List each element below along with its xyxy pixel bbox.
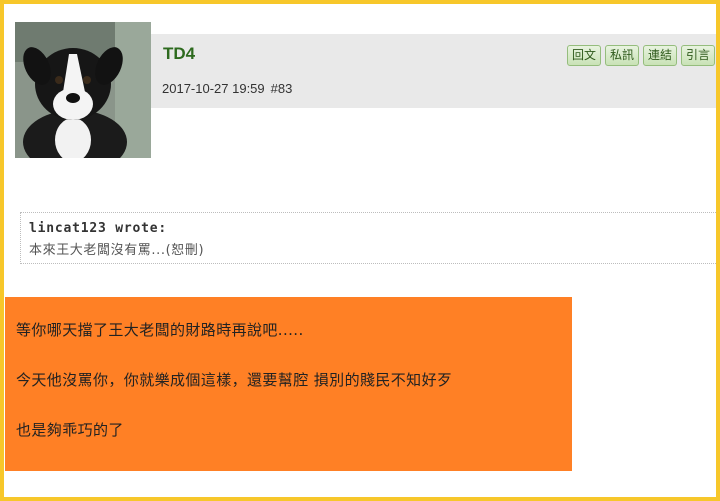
post-header: TD4 2017-10-27 19:59 #83 回文 私訊 連結 引言 — [151, 34, 720, 108]
reply-button[interactable]: 回文 — [567, 45, 602, 66]
quote-text: 本來王大老闆沒有罵...(恕刪) — [29, 243, 205, 258]
quote-button[interactable]: 引言 — [681, 45, 716, 66]
message-line-1: 等你哪天擋了王大老闆的財路時再說吧..... — [16, 321, 304, 339]
message-line-2: 今天他沒罵你，你就樂成個這樣，還要幫腔 損別的賤民不知好歹 — [16, 371, 453, 389]
puppy-avatar-icon — [15, 22, 151, 158]
message-line-3: 也是夠乖巧的了 — [16, 421, 124, 439]
post-number-link[interactable]: #83 — [271, 81, 293, 96]
link-button[interactable]: 連結 — [643, 45, 678, 66]
post-actions: 回文 私訊 連結 引言 — [567, 45, 716, 66]
private-message-button[interactable]: 私訊 — [605, 45, 640, 66]
post-date: 2017-10-27 19:59 — [162, 81, 265, 96]
quote-block: lincat123 wrote: 本來王大老闆沒有罵...(恕刪) — [20, 212, 720, 264]
post-meta: 2017-10-27 19:59 #83 — [162, 81, 298, 96]
username-link[interactable]: TD4 — [163, 44, 195, 64]
post-message: 等你哪天擋了王大老闆的財路時再說吧..... 今天他沒罵你，你就樂成個這樣，還要… — [5, 297, 572, 471]
user-avatar[interactable] — [15, 22, 151, 158]
quote-author: lincat123 wrote: — [29, 221, 168, 236]
